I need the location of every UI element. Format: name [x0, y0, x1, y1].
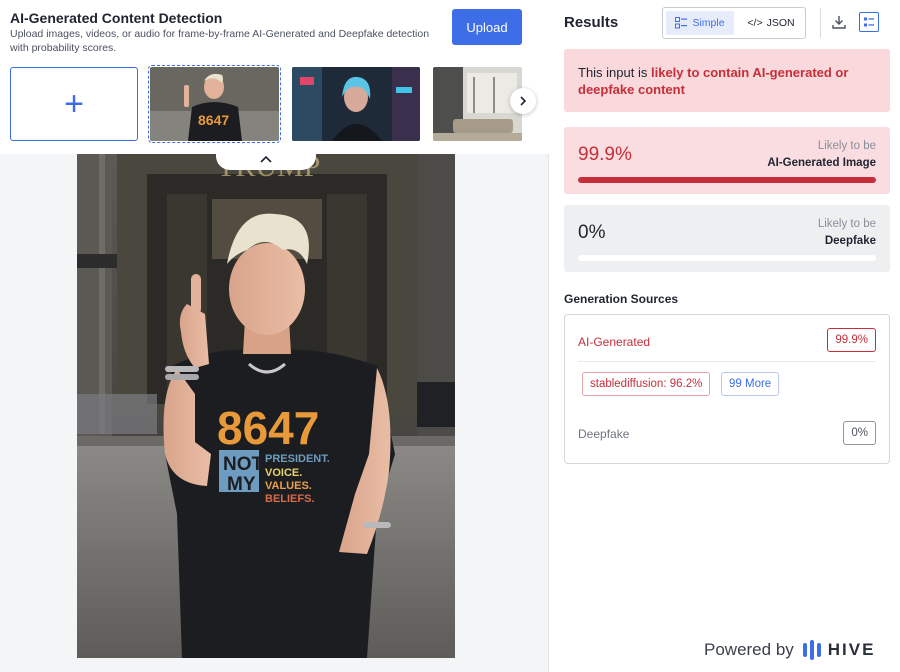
gen-ai-label: AI-Generated — [578, 335, 651, 349]
shirt-word-2: VOICE. — [265, 467, 302, 479]
shirt-word-1: PRESIDENT. — [265, 453, 330, 465]
view-json-button[interactable]: </> JSON — [738, 11, 804, 35]
chevron-right-icon — [520, 96, 527, 106]
generation-sources-card: AI-Generated 99.9% stablediffusion: 96.2… — [564, 314, 890, 464]
page-title: AI-Generated Content Detection — [10, 10, 223, 26]
ai-generated-score-card: 99.9% Likely to be AI-Generated Image — [564, 127, 890, 194]
chevron-up-icon — [260, 155, 272, 163]
upload-header-card: AI-Generated Content Detection Upload im… — [0, 0, 549, 154]
shirt-my: MY — [227, 474, 256, 495]
download-icon — [832, 16, 846, 29]
download-button[interactable] — [830, 13, 848, 31]
upload-button[interactable]: Upload — [452, 9, 522, 45]
gen-divider — [578, 361, 876, 362]
shirt-word-3: VALUES. — [265, 480, 312, 492]
details-view-button[interactable] — [859, 12, 879, 32]
hive-logo-icon — [802, 640, 821, 660]
verdict-prefix: This input is — [578, 65, 651, 80]
details-list-icon — [864, 17, 874, 27]
view-simple-label: Simple — [692, 17, 725, 29]
page-description: Upload images, videos, or audio for fram… — [10, 28, 430, 54]
ai-generated-progress-track — [578, 177, 876, 183]
gen-deepfake-label: Deepfake — [578, 427, 630, 441]
list-view-icon — [675, 17, 688, 29]
thumb-shirt-text: 8647 — [198, 112, 229, 128]
preview-image: TRUMP — [77, 154, 455, 658]
deepfake-label-top: Likely to be — [817, 218, 876, 230]
powered-by-footer: Powered by HIVE — [704, 640, 875, 660]
ai-generated-score: 99.9% — [578, 144, 632, 165]
thumb-woman-tshirt[interactable]: 8647 — [148, 65, 281, 143]
next-thumbnails-button[interactable] — [510, 88, 536, 114]
add-media-button[interactable]: + — [10, 67, 138, 141]
ai-generated-label-top: Likely to be — [817, 140, 876, 152]
view-json-label: JSON — [766, 17, 795, 29]
verdict-banner: This input is likely to contain AI-gener… — [564, 49, 890, 112]
ai-generated-progress-fill — [578, 177, 876, 183]
thumb-neon-woman[interactable] — [292, 67, 420, 141]
thumb-interior[interactable] — [433, 67, 522, 141]
ai-generated-label-bottom: AI-Generated Image — [767, 157, 876, 169]
hive-brand-text: HIVE — [827, 640, 876, 659]
source-chip-stablediffusion[interactable]: stablediffusion: 96.2% — [582, 372, 711, 396]
plus-icon: + — [64, 85, 84, 123]
view-simple-button[interactable]: Simple — [666, 11, 734, 35]
shirt-number: 8647 — [217, 402, 319, 454]
generation-sources-title: Generation Sources — [564, 292, 679, 306]
deepfake-score: 0% — [578, 222, 606, 243]
deepfake-progress-track — [578, 255, 876, 261]
upload-panel: TRUMP — [0, 0, 549, 672]
view-toggle: Simple </> JSON — [662, 7, 806, 39]
toolbar-divider — [820, 8, 821, 38]
ai-generated-score-label: Likely to be AI-Generated Image — [767, 138, 876, 172]
shirt-word-4: BELIEFS. — [265, 493, 315, 505]
more-sources-button[interactable]: 99 More — [721, 372, 780, 396]
deepfake-label-bottom: Deepfake — [824, 235, 876, 247]
deepfake-score-label: Likely to be Deepfake — [818, 216, 876, 250]
shirt-not: NOT — [223, 454, 264, 475]
deepfake-score-card: 0% Likely to be Deepfake — [564, 205, 890, 272]
hive-logo: HIVE — [802, 640, 876, 660]
collapse-panel-button[interactable] — [216, 148, 316, 170]
gen-ai-value-badge: 99.9% — [827, 328, 876, 352]
gen-deepfake-value-badge: 0% — [843, 421, 876, 445]
powered-by-text: Powered by — [704, 640, 794, 659]
code-icon: </> — [747, 17, 763, 29]
media-preview: TRUMP — [77, 154, 455, 658]
results-title: Results — [564, 14, 619, 31]
results-panel: Results Simple </> JSON This input is li… — [549, 0, 900, 672]
